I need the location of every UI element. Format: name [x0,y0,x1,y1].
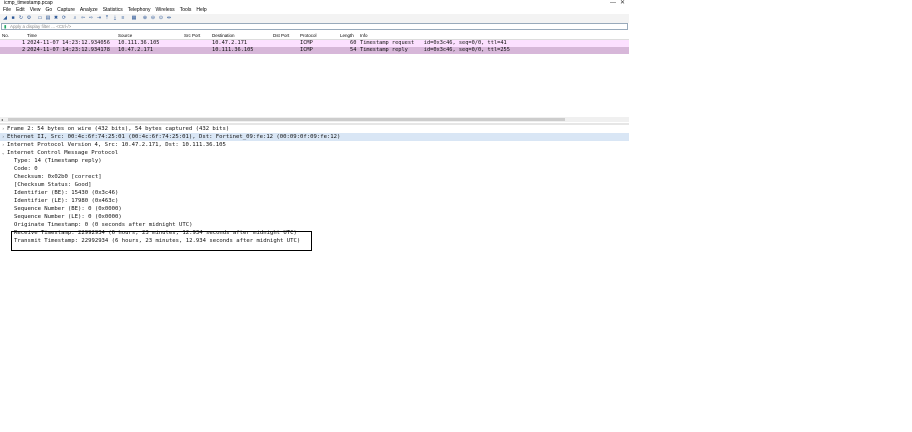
bookmark-icon[interactable]: ▮ [4,24,6,29]
close-icon[interactable]: ✕ [620,0,625,7]
annotation-highlight-box [11,231,312,251]
zoom-out-icon[interactable]: ⊖ [150,15,156,21]
cell-length: 60 [350,40,357,46]
reload-icon[interactable]: ⟳ [61,15,67,21]
last-packet-icon[interactable]: ⤓ [112,15,118,21]
column-dst-port[interactable]: Dst Port [273,32,289,39]
menu-go[interactable]: Go [42,7,54,14]
first-packet-icon[interactable]: ⤒ [104,15,110,21]
open-folder-icon[interactable]: ▭ [37,15,43,21]
close-file-icon[interactable]: ✖ [53,15,59,21]
menu-statistics[interactable]: Statistics [100,7,125,14]
tree-field-checksum-status[interactable]: [Checksum Status: Good] [0,181,629,189]
forward-icon[interactable]: ⇨ [88,15,94,21]
column-src-port[interactable]: Src Port [184,32,200,39]
packet-list-scrollbar[interactable]: ◂ [0,117,629,122]
find-icon[interactable]: ⌕ [72,15,78,21]
menu-view[interactable]: View [27,7,43,14]
back-icon[interactable]: ⇦ [80,15,86,21]
cell-protocol: ICMP [300,47,313,53]
zoom-in-icon[interactable]: ⊕ [142,15,148,21]
tree-field-sequence-be[interactable]: Sequence Number (BE): 0 (0x0000) [0,205,629,213]
options-gear-icon[interactable]: ⚙ [26,15,32,21]
menu-capture[interactable]: Capture [54,7,77,14]
menu-file[interactable]: File [0,7,13,14]
minimize-icon[interactable]: — [610,0,616,7]
cell-destination: 10.47.2.171 [212,40,248,46]
cell-info: Timestamp reply id=0x3c46, seq=0/0, ttl=… [360,47,510,53]
tree-field-code[interactable]: Code: 0 [0,165,629,173]
packet-row[interactable]: 1 2024-11-07 14:23:12.934056 10.111.36.1… [0,40,629,47]
column-length[interactable]: Length [340,32,354,39]
menu-bar: File Edit View Go Capture Analyze Statis… [0,7,629,14]
restart-icon[interactable]: ↻ [18,15,24,21]
column-time[interactable]: Time [27,32,37,39]
packet-list-header: No. Time Source Src Port Destination Dst… [0,32,629,40]
wireshark-window: icmp_timestamp.pcap — ✕ File Edit View G… [0,0,629,260]
tree-item-ethernet[interactable]: › Ethernet II, Src: 00:4c:6f:74:25:01 (0… [0,133,629,141]
cell-destination: 10.111.36.105 [212,47,254,53]
go-to-packet-icon[interactable]: ⇥ [96,15,102,21]
cell-no: 2 [22,47,26,53]
cell-time: 2024-11-07 14:23:12.934178 [27,47,110,53]
display-filter-input[interactable]: Apply a display filter ... <Ctrl-/> [10,24,71,29]
tree-field-type[interactable]: Type: 14 (Timestamp reply) [0,157,629,165]
tree-item-frame[interactable]: › Frame 2: 54 bytes on wire (432 bits), … [0,125,629,133]
title-bar: icmp_timestamp.pcap — ✕ [0,0,629,7]
tree-field-checksum[interactable]: Checksum: 0x02b0 [correct] [0,173,629,181]
menu-tools[interactable]: Tools [177,7,194,14]
display-filter-bar[interactable]: ▮ Apply a display filter ... <Ctrl-/> [1,23,628,30]
collapse-arrow-icon[interactable]: ⌄ [2,149,4,157]
cell-time: 2024-11-07 14:23:12.934056 [27,40,110,46]
column-source[interactable]: Source [118,32,132,39]
resize-columns-icon[interactable]: ⇹ [166,15,172,21]
cell-source: 10.47.2.171 [118,47,154,53]
scrollbar-thumb[interactable] [8,118,565,121]
window-title: icmp_timestamp.pcap [4,0,53,6]
cell-protocol: ICMP [300,40,313,46]
tree-item-icmp[interactable]: ⌄ Internet Control Message Protocol [0,149,629,157]
main-toolbar [0,14,629,23]
expand-arrow-icon[interactable]: › [2,125,4,133]
menu-wireless[interactable]: Wireless [153,7,177,14]
packet-row-selected[interactable]: 2 2024-11-07 14:23:12.934178 10.47.2.171… [0,47,629,54]
shark-fin-start-icon[interactable]: ◢ [2,15,8,21]
tree-field-identifier-le[interactable]: Identifier (LE): 17980 (0x463c) [0,197,629,205]
cell-info: Timestamp request id=0x3c46, seq=0/0, tt… [360,40,507,46]
scroll-left-icon[interactable]: ◂ [1,117,3,122]
tree-item-ipv4[interactable]: › Internet Protocol Version 4, Src: 10.4… [0,141,629,149]
expand-arrow-icon[interactable]: › [2,141,4,149]
cell-length: 54 [350,47,357,53]
cell-no: 1 [22,40,26,46]
tree-field-sequence-le[interactable]: Sequence Number (LE): 0 (0x0000) [0,213,629,221]
column-no[interactable]: No. [2,32,9,39]
menu-telephony[interactable]: Telephony [125,7,153,14]
menu-help[interactable]: Help [193,7,208,14]
save-icon[interactable]: ▤ [45,15,51,21]
column-info[interactable]: Info [360,32,368,39]
column-protocol[interactable]: Protocol [300,32,317,39]
menu-edit[interactable]: Edit [13,7,27,14]
zoom-reset-icon[interactable]: ⊙ [158,15,164,21]
tree-field-identifier-be[interactable]: Identifier (BE): 15430 (0x3c46) [0,189,629,197]
colorize-icon[interactable]: ▦ [131,15,137,21]
expand-arrow-icon[interactable]: › [2,133,4,141]
tree-field-originate-timestamp[interactable]: Originate Timestamp: 0 (0 seconds after … [0,221,629,229]
cell-source: 10.111.36.105 [118,40,160,46]
menu-analyze[interactable]: Analyze [77,7,100,14]
stop-icon[interactable]: ■ [10,15,16,21]
column-destination[interactable]: Destination [212,32,235,39]
autoscroll-icon[interactable]: ≡ [120,15,126,21]
